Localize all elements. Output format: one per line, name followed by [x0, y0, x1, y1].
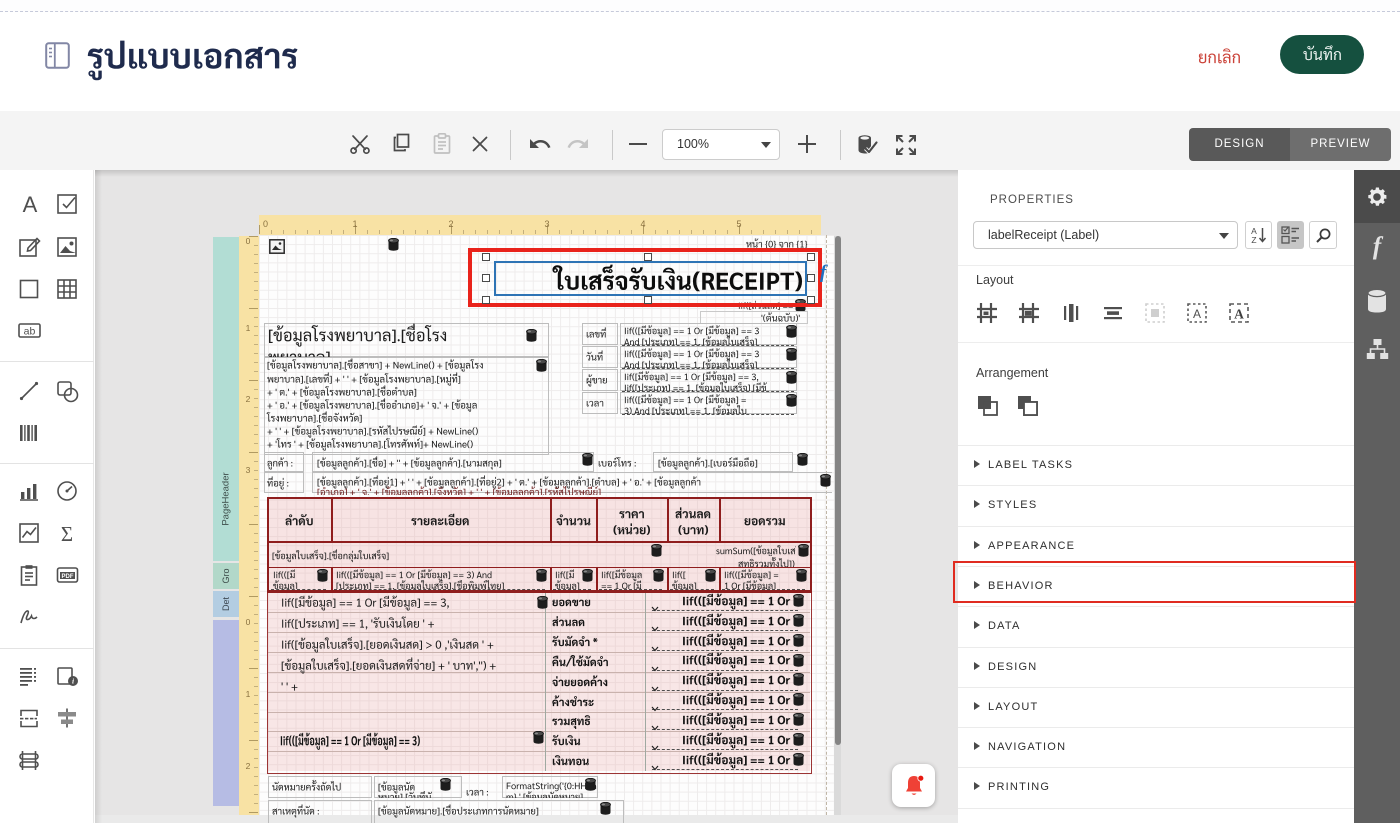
- svg-text:4: 4: [640, 219, 645, 229]
- svg-text:0: 0: [263, 219, 268, 229]
- svg-text:Z: Z: [1251, 235, 1256, 245]
- svg-text:ab: ab: [24, 326, 36, 338]
- svg-text:0: 0: [245, 236, 250, 246]
- svg-text:2: 2: [448, 219, 453, 229]
- svg-text:A: A: [1234, 307, 1244, 322]
- svg-text:2: 2: [245, 394, 250, 404]
- svg-text:5: 5: [736, 219, 741, 229]
- svg-text:2: 2: [245, 761, 250, 771]
- svg-text:A: A: [1193, 307, 1201, 321]
- svg-text:1: 1: [352, 219, 357, 229]
- svg-text:3: 3: [544, 219, 549, 229]
- svg-text:1: 1: [245, 323, 250, 333]
- svg-text:3: 3: [245, 465, 250, 475]
- svg-text:0: 0: [245, 617, 250, 627]
- svg-text:PDF: PDF: [62, 574, 74, 580]
- svg-text:1: 1: [245, 689, 250, 699]
- svg-text:Σ: Σ: [61, 522, 73, 546]
- svg-text:A: A: [23, 193, 38, 217]
